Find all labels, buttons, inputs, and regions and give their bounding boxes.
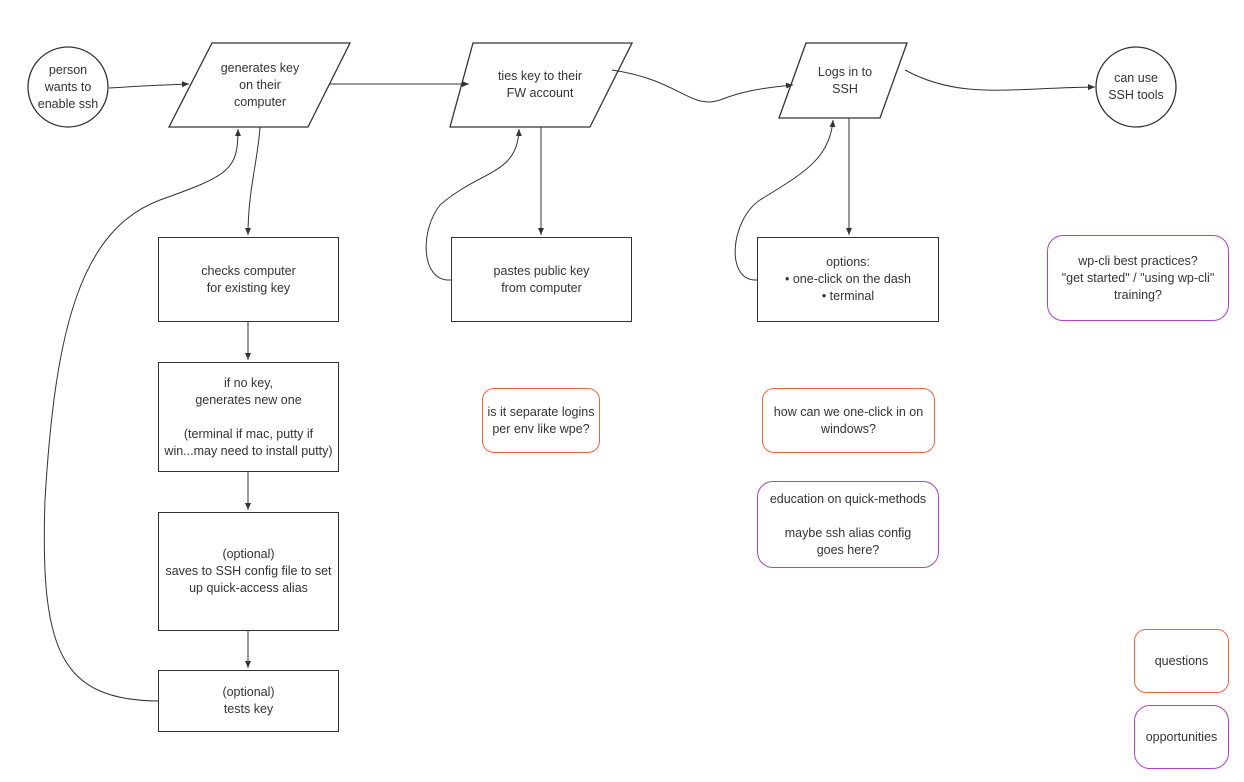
paste-key-step: pastes public key from computer — [451, 237, 632, 322]
check-key-step: checks computer for existing key — [158, 237, 339, 322]
end-node: can use SSH tools — [1108, 71, 1164, 102]
opportunity-note-education: education on quick-methods maybe ssh ali… — [757, 481, 939, 568]
tie-key-node: ties key to their FW account — [497, 69, 583, 100]
arrow-generate-check — [245, 126, 261, 236]
arrow-start-generate — [108, 81, 190, 89]
start-node: person wants to enable ssh — [37, 62, 99, 111]
options-step: options: • one-click on the dash • termi… — [757, 237, 939, 322]
question-note-windows: how can we one-click in on windows? — [762, 388, 935, 453]
no-key-step: if no key, generates new one (terminal i… — [158, 362, 339, 472]
arrow-login-end — [904, 69, 1096, 91]
legend-opportunities: opportunities — [1134, 705, 1229, 769]
test-key-step: (optional) tests key — [158, 670, 339, 732]
save-config-step: (optional) saves to SSH config file to s… — [158, 512, 339, 631]
legend-questions: questions — [1134, 629, 1229, 693]
opportunity-note-wpcli: wp-cli best practices? "get started" / "… — [1047, 235, 1229, 321]
question-note-logins: is it separate logins per env like wpe? — [482, 388, 600, 453]
login-node: Logs in to SSH — [817, 64, 873, 96]
arrow-tie-login — [611, 69, 794, 103]
generate-key-node: generates key on their computer — [220, 60, 300, 109]
